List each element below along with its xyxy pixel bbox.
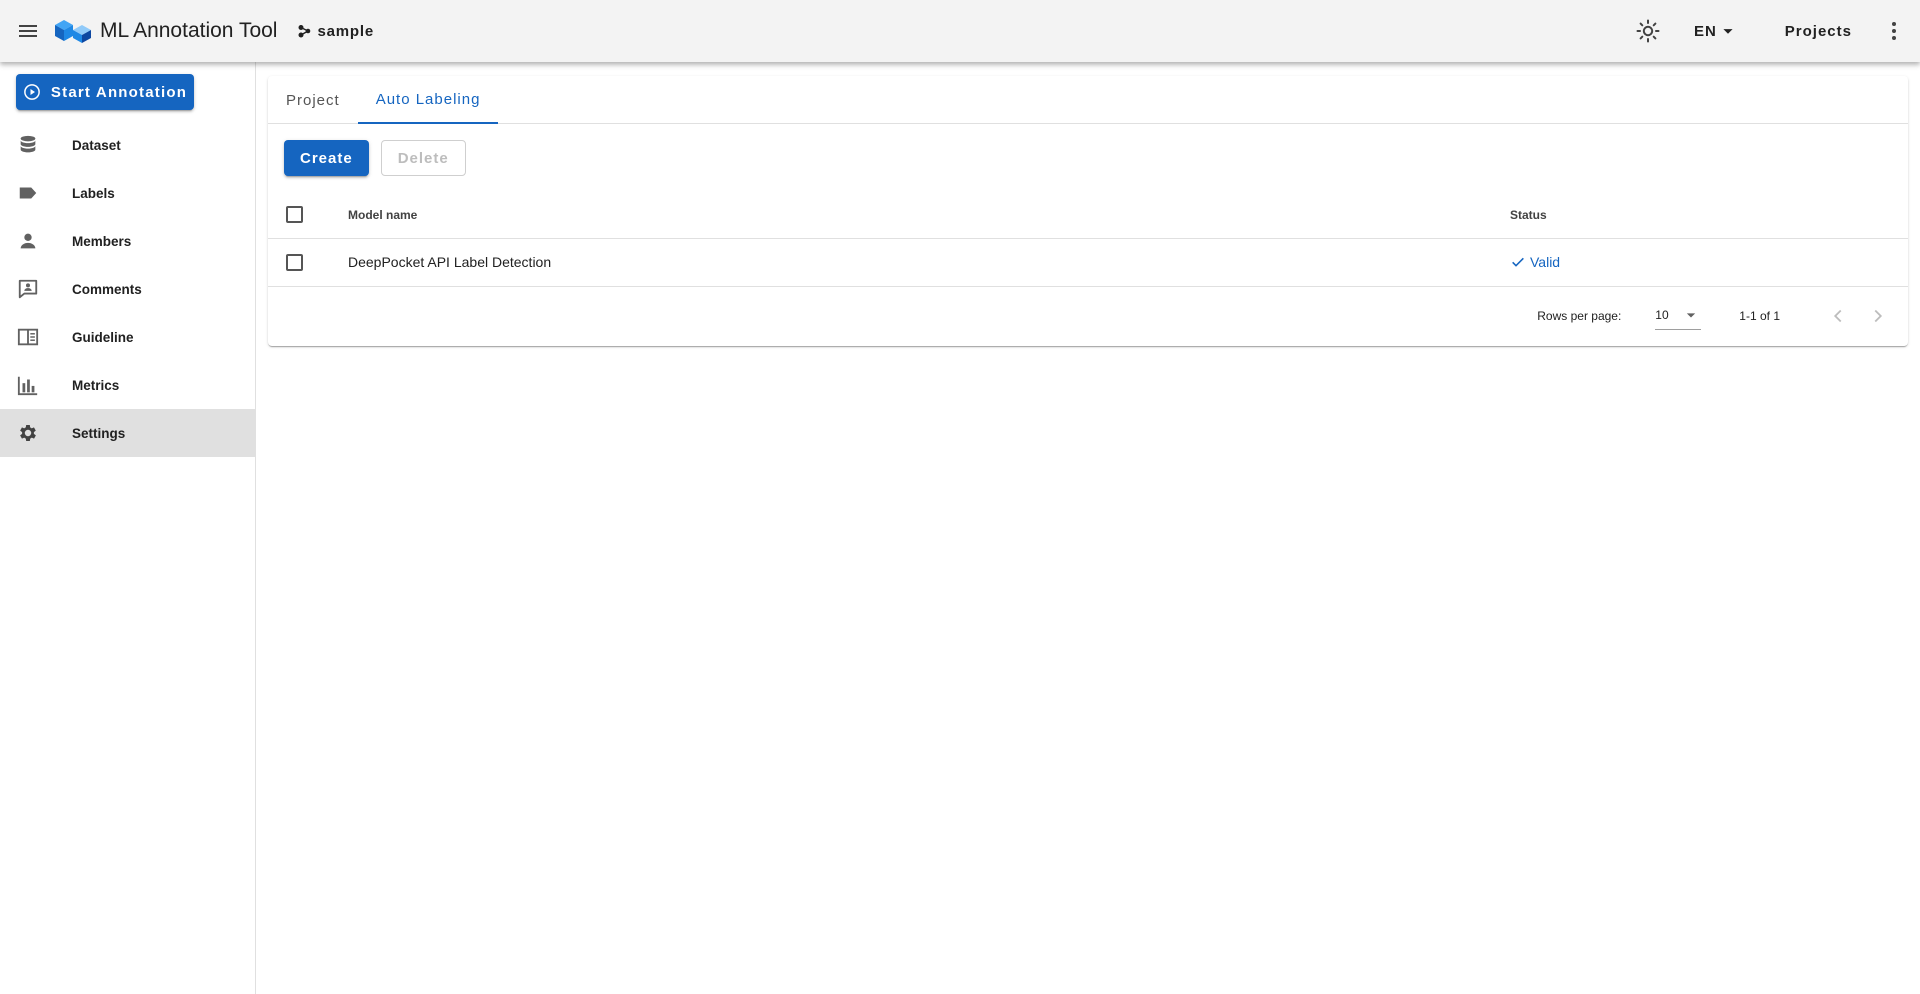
- database-icon: [16, 133, 40, 157]
- play-circle-icon: [24, 84, 40, 100]
- gear-icon: [16, 421, 40, 445]
- sidebar-item-label: Members: [72, 233, 132, 249]
- label-icon: [16, 181, 40, 205]
- settings-card: Project Auto Labeling Create Delete Mode…: [268, 76, 1908, 346]
- sidebar-item-settings[interactable]: Settings: [0, 409, 255, 457]
- app-bar: ML Annotation Tool sample EN Projects: [0, 0, 1920, 62]
- create-button[interactable]: Create: [284, 140, 369, 176]
- sidebar-item-guideline[interactable]: Guideline: [0, 313, 255, 361]
- caret-down-icon: [1687, 313, 1696, 318]
- project-switcher[interactable]: sample: [293, 17, 378, 46]
- language-label: EN: [1693, 22, 1717, 40]
- menu-button[interactable]: [8, 11, 48, 51]
- row-checkbox[interactable]: [286, 253, 303, 271]
- language-selector[interactable]: EN: [1684, 13, 1749, 49]
- column-header-status[interactable]: Status: [1510, 192, 1908, 238]
- sidebar-item-label: Labels: [72, 185, 115, 201]
- dots-vertical-icon: [1892, 22, 1896, 40]
- sidebar-item-label: Comments: [72, 281, 142, 297]
- comment-account-icon: [16, 277, 40, 301]
- table-row[interactable]: DeepPocket API Label Detection Valid: [268, 238, 1908, 286]
- toolbar: Create Delete: [268, 124, 1908, 192]
- tab-bar: Project Auto Labeling: [268, 76, 1908, 124]
- app-title: ML Annotation Tool: [100, 19, 278, 42]
- status-text: Valid: [1530, 254, 1561, 270]
- sidebar-item-label: Metrics: [72, 377, 120, 393]
- sidebar-item-comments[interactable]: Comments: [0, 265, 255, 313]
- column-header-model-name[interactable]: Model name: [348, 192, 1510, 238]
- check-icon: [1512, 257, 1524, 267]
- rows-per-page-value: 10: [1655, 308, 1669, 322]
- tab-project[interactable]: Project: [268, 76, 358, 124]
- sidebar-item-dataset[interactable]: Dataset: [0, 121, 255, 169]
- rows-per-page-select[interactable]: 10: [1655, 302, 1702, 330]
- tab-auto-labeling[interactable]: Auto Labeling: [357, 76, 499, 124]
- sidebar-item-label: Settings: [72, 425, 126, 441]
- brightness-icon: [1636, 19, 1660, 43]
- table-header-row: Model name Status: [268, 192, 1908, 238]
- chevron-right-icon: [1874, 309, 1883, 322]
- start-annotation-label: Start Annotation: [50, 83, 188, 101]
- auto-labeling-table: Model name Status DeepPocket API Label D…: [268, 192, 1908, 287]
- model-name-cell: DeepPocket API Label Detection: [348, 254, 552, 270]
- app-logo: [54, 19, 92, 43]
- more-options-button[interactable]: [1874, 11, 1914, 51]
- sidebar-item-label: Dataset: [72, 137, 121, 153]
- sidebar: Start Annotation Dataset Labels Members …: [0, 62, 256, 994]
- chevron-left-icon: [1833, 309, 1842, 322]
- pagination-range: 1-1 of 1: [1739, 308, 1780, 323]
- pagination: Rows per page: 10 1-1 of 1: [268, 287, 1908, 345]
- sidebar-item-label: Guideline: [72, 329, 134, 345]
- next-page-button[interactable]: [1858, 296, 1898, 336]
- menu-icon: [19, 25, 37, 37]
- rows-per-page-label: Rows per page:: [1537, 308, 1622, 323]
- person-icon: [16, 229, 40, 253]
- sidebar-nav: Dataset Labels Members Comments Guidelin…: [0, 121, 255, 457]
- start-annotation-button[interactable]: Start Annotation: [16, 74, 194, 110]
- sidebar-item-members[interactable]: Members: [0, 217, 255, 265]
- chart-bar-icon: [16, 373, 40, 397]
- status-badge: Valid: [1510, 254, 1908, 270]
- sidebar-item-metrics[interactable]: Metrics: [0, 361, 255, 409]
- select-all-checkbox[interactable]: [286, 206, 303, 224]
- previous-page-button[interactable]: [1818, 296, 1858, 336]
- theme-toggle-button[interactable]: [1628, 11, 1668, 51]
- sidebar-item-labels[interactable]: Labels: [0, 169, 255, 217]
- book-open-icon: [16, 325, 40, 349]
- caret-down-icon: [1723, 29, 1733, 34]
- hub-icon: [298, 25, 311, 38]
- delete-button[interactable]: Delete: [380, 140, 466, 176]
- project-name: sample: [317, 22, 374, 40]
- projects-button[interactable]: Projects: [1771, 13, 1866, 49]
